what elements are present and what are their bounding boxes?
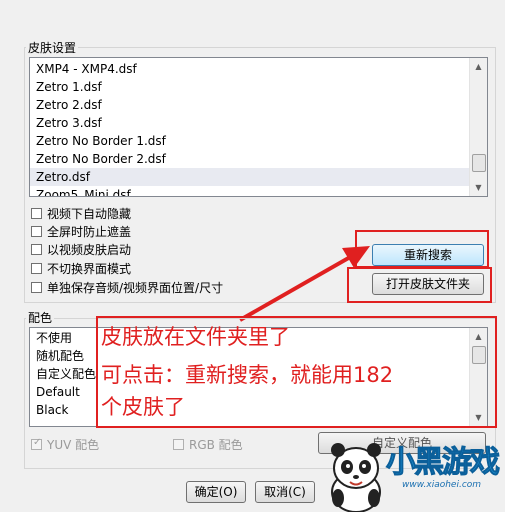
checkbox-box[interactable]: [31, 207, 42, 219]
list-item[interactable]: Zetro 2.dsf: [30, 96, 487, 114]
rgb-color-checkbox[interactable]: RGB 配色: [173, 436, 243, 452]
prevent-cover-checkbox[interactable]: 全屏时防止遮盖: [31, 223, 131, 239]
panda-icon: [331, 443, 381, 512]
list-item[interactable]: Zetro 3.dsf: [30, 114, 487, 132]
checkbox-label: RGB 配色: [189, 437, 243, 452]
checkbox-label: YUV 配色: [47, 437, 100, 452]
ok-button[interactable]: 确定(O): [186, 481, 246, 503]
checkbox-box[interactable]: [31, 243, 42, 255]
checkbox-box[interactable]: [31, 262, 42, 274]
annotation-line-2: 可点击：重新搜索，就能用182: [101, 363, 394, 387]
scroll-thumb[interactable]: [472, 154, 486, 172]
list-item[interactable]: Zetro No Border 1.dsf: [30, 132, 487, 150]
auto-hide-checkbox[interactable]: 视频下自动隐藏: [31, 205, 131, 221]
watermark-text: 小黑游戏: [386, 445, 501, 480]
checkbox-label: 视频下自动隐藏: [47, 206, 132, 221]
checkbox-label: 以视频皮肤启动: [47, 242, 132, 257]
list-item[interactable]: Zoom5_Mini.dsf: [30, 186, 487, 196]
list-item-selected[interactable]: Zetro.dsf: [30, 168, 487, 186]
checkbox-box[interactable]: ✓: [31, 436, 42, 450]
scroll-up-icon[interactable]: ▲: [470, 58, 487, 75]
annotation-line-3: 个皮肤了: [101, 395, 185, 419]
checkbox-label: 全屏时防止遮盖: [47, 224, 132, 239]
yuv-color-checkbox[interactable]: ✓ YUV 配色: [31, 436, 99, 452]
watermark-url: www.xiaohei.com: [402, 480, 482, 490]
annotation-line-1: 皮肤放在文件夹里了: [101, 325, 290, 349]
watermark-logo: 小黑游戏 www.xiaohei.com: [326, 440, 505, 512]
check-icon: ✓: [33, 436, 42, 448]
cancel-button[interactable]: 取消(C): [255, 481, 315, 503]
checkbox-label: 单独保存音频/视频界面位置/尺寸: [47, 280, 224, 295]
save-position-checkbox[interactable]: 单独保存音频/视频界面位置/尺寸: [31, 279, 223, 295]
checkbox-label: 不切换界面模式: [47, 261, 132, 276]
checkbox-box[interactable]: [31, 225, 42, 237]
list-item[interactable]: Zetro No Border 2.dsf: [30, 150, 487, 168]
skin-list-scrollbar[interactable]: ▲ ▼: [469, 58, 487, 196]
list-item[interactable]: XMP4 - XMP4.dsf: [30, 60, 487, 78]
checkbox-box[interactable]: [173, 438, 184, 450]
start-video-skin-checkbox[interactable]: 以视频皮肤启动: [31, 241, 131, 257]
watermark-title: 小黑游戏: [386, 445, 501, 480]
no-switch-mode-checkbox[interactable]: 不切换界面模式: [31, 260, 131, 276]
scroll-down-icon[interactable]: ▼: [470, 179, 487, 196]
checkbox-box[interactable]: [31, 281, 42, 293]
list-item[interactable]: Zetro 1.dsf: [30, 78, 487, 96]
skin-list[interactable]: XMP4 - XMP4.dsf Zetro 1.dsf Zetro 2.dsf …: [29, 57, 488, 197]
